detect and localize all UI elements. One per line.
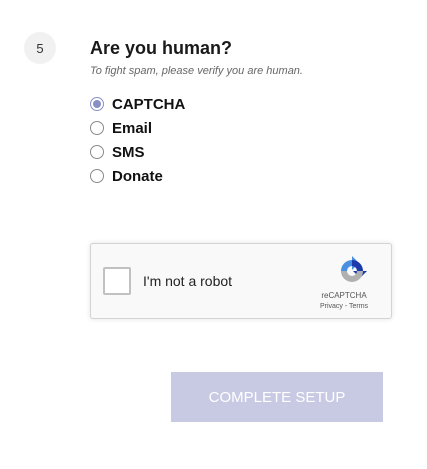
verification-method-radio-group: CAPTCHA Email SMS Donate [90,92,185,188]
radio-label-captcha: CAPTCHA [112,95,186,113]
recaptcha-terms-link[interactable]: Terms [349,303,368,310]
radio-button-donate[interactable] [90,169,104,183]
recaptcha-privacy-link[interactable]: Privacy [320,303,343,310]
recaptcha-logo-icon [341,256,367,282]
radio-option-sms[interactable]: SMS [90,140,185,164]
section-title: Are you human? [90,38,233,58]
recaptcha-widget: I'm not a robot reCAPTCHA Privacy - Term… [90,243,392,319]
recaptcha-label: I'm not a robot [143,273,233,289]
radio-label-sms: SMS [112,143,145,161]
radio-button-sms[interactable] [90,145,104,159]
complete-setup-button[interactable]: COMPLETE SETUP [171,372,383,422]
step-badge: 5 [24,32,56,64]
radio-button-email[interactable] [90,121,104,135]
radio-label-email: Email [112,119,153,137]
radio-option-email[interactable]: Email [90,116,185,140]
section-subtitle: To fight spam, please verify you are hum… [90,65,303,77]
radio-label-donate: Donate [112,167,163,185]
recaptcha-brand-text: reCAPTCHA [321,291,367,300]
recaptcha-links: Privacy - Terms [309,303,379,310]
radio-option-captcha[interactable]: CAPTCHA [90,92,185,116]
radio-button-captcha[interactable] [90,97,104,111]
recaptcha-checkbox[interactable] [103,267,131,295]
radio-option-donate[interactable]: Donate [90,164,185,188]
